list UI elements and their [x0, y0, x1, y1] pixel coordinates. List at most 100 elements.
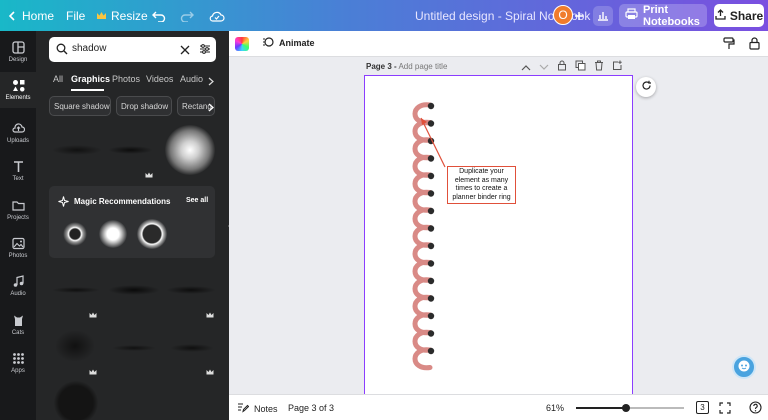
chip-drop-shadow[interactable]: Drop shadow — [116, 96, 172, 116]
rail-item-elements[interactable]: Elements — [0, 72, 36, 108]
duplicate-page-icon[interactable] — [575, 60, 586, 74]
rail-item-photos[interactable]: Photos — [0, 230, 36, 266]
active-tab-underline — [71, 89, 104, 91]
top-bar: Home File Resize Untitled design - Spira… — [0, 0, 768, 31]
recommendation-item[interactable] — [63, 222, 87, 246]
text-icon — [13, 161, 23, 172]
rail-item-projects[interactable]: Projects — [0, 192, 36, 228]
tab-graphics[interactable]: Graphics — [71, 74, 110, 84]
search-box[interactable]: shadow — [49, 37, 216, 62]
folder-icon — [11, 201, 25, 211]
filter-icon[interactable] — [199, 43, 211, 58]
file-label: File — [66, 8, 86, 23]
paint-roller-icon[interactable] — [723, 37, 735, 53]
zoom-level[interactable]: 61% — [546, 403, 564, 413]
fullscreen-icon[interactable] — [719, 402, 731, 417]
shadow-graphic[interactable] — [112, 345, 156, 351]
avatar[interactable]: O — [553, 5, 573, 25]
print-label: Print Notebooks — [643, 3, 700, 28]
add-page-icon[interactable] — [612, 60, 623, 74]
rail-label: Elements — [5, 95, 31, 101]
music-icon — [13, 275, 24, 287]
upload-icon — [11, 123, 25, 133]
rail-label: Projects — [7, 215, 29, 221]
tab-videos[interactable]: Videos — [146, 74, 173, 84]
chevron-right-icon[interactable] — [208, 75, 214, 89]
tab-audio[interactable]: Audio — [180, 74, 203, 84]
binder-hole — [427, 330, 435, 337]
file-menu[interactable]: File — [66, 0, 85, 31]
resize-button[interactable]: Resize — [96, 0, 148, 31]
rail-label: Uploads — [6, 138, 29, 144]
notes-button[interactable]: Notes — [237, 402, 278, 415]
clear-search-icon[interactable] — [180, 44, 190, 58]
search-input[interactable]: shadow — [72, 43, 106, 54]
rail-item-text[interactable]: Text — [0, 153, 36, 189]
shadow-graphic[interactable] — [170, 344, 214, 352]
page-count-badge[interactable]: 3 — [696, 401, 709, 414]
chip-square-shadow[interactable]: Square shadow — [49, 96, 111, 116]
share-button[interactable]: Share — [714, 4, 764, 27]
chips-scroll-icon[interactable] — [208, 101, 214, 115]
rail-item-audio[interactable]: Audio — [0, 268, 36, 304]
add-collaborator-button[interactable] — [574, 0, 584, 31]
crown-icon — [96, 11, 107, 20]
rail-item-apps[interactable]: Apps — [0, 345, 36, 381]
page-title-input[interactable]: Add page title — [398, 62, 447, 71]
help-icon[interactable] — [749, 401, 762, 417]
insights-button[interactable] — [593, 0, 613, 31]
design-page[interactable] — [364, 75, 633, 397]
shadow-graphic[interactable] — [166, 286, 216, 294]
see-all-link[interactable]: See all — [186, 197, 208, 204]
tab-all[interactable]: All — [53, 74, 63, 84]
upload-arrow-icon — [715, 8, 726, 23]
zoom-slider-thumb[interactable] — [622, 404, 630, 412]
delete-page-icon[interactable] — [594, 60, 604, 74]
notes-icon — [237, 402, 250, 415]
cloud-save-status[interactable] — [209, 0, 225, 31]
design-icon — [11, 41, 25, 54]
chip-label: Square shadow — [54, 101, 110, 111]
refresh-icon — [641, 80, 652, 94]
elements-icon — [12, 80, 24, 92]
glow-graphic[interactable] — [165, 125, 215, 175]
avatar-initial: O — [558, 8, 568, 22]
home-button[interactable]: Home — [8, 0, 54, 31]
chevron-up-icon[interactable] — [521, 60, 531, 74]
crown-icon — [145, 167, 153, 181]
assistant-bubble[interactable] — [732, 355, 756, 379]
shadow-graphic[interactable] — [108, 146, 153, 154]
refresh-button[interactable] — [636, 77, 656, 97]
recommendation-item[interactable] — [137, 219, 167, 249]
undo-button[interactable] — [152, 0, 166, 31]
crown-icon — [206, 307, 214, 321]
recommendation-item[interactable] — [99, 220, 127, 248]
animate-button[interactable]: Animate — [262, 36, 315, 50]
chevron-down-icon[interactable] — [539, 60, 549, 74]
rail-item-design[interactable]: Design — [0, 34, 36, 70]
tab-photos[interactable]: Photos — [112, 74, 140, 84]
print-notebooks-button[interactable]: Print Notebooks — [619, 3, 707, 28]
rail-item-cats[interactable]: Cats — [0, 307, 36, 343]
shadow-graphic[interactable] — [52, 145, 102, 155]
bar-chart-icon — [593, 5, 613, 26]
crown-icon — [89, 364, 97, 378]
sparkle-icon — [58, 196, 69, 210]
color-picker-button[interactable] — [235, 37, 249, 51]
lock-page-icon[interactable] — [557, 60, 567, 74]
circle-shadow-graphic[interactable] — [54, 381, 98, 420]
rail-item-uploads[interactable]: Uploads — [0, 115, 36, 151]
lock-icon[interactable] — [749, 37, 760, 53]
zoom-slider[interactable] — [576, 404, 684, 412]
page-indicator[interactable]: Page 3 of 3 — [288, 403, 334, 413]
resize-label: Resize — [111, 8, 148, 23]
binder-hole — [427, 190, 435, 197]
shadow-graphic[interactable] — [108, 285, 160, 295]
redo-button[interactable] — [180, 0, 194, 31]
rail-label: Apps — [11, 368, 25, 374]
square-shadow-graphic[interactable] — [56, 331, 94, 361]
binder-hole — [427, 242, 435, 250]
page-label: Page 3 - — [366, 62, 397, 71]
annotation-callout: Duplicate your element as many times to … — [447, 166, 516, 204]
shadow-graphic[interactable] — [52, 287, 100, 293]
